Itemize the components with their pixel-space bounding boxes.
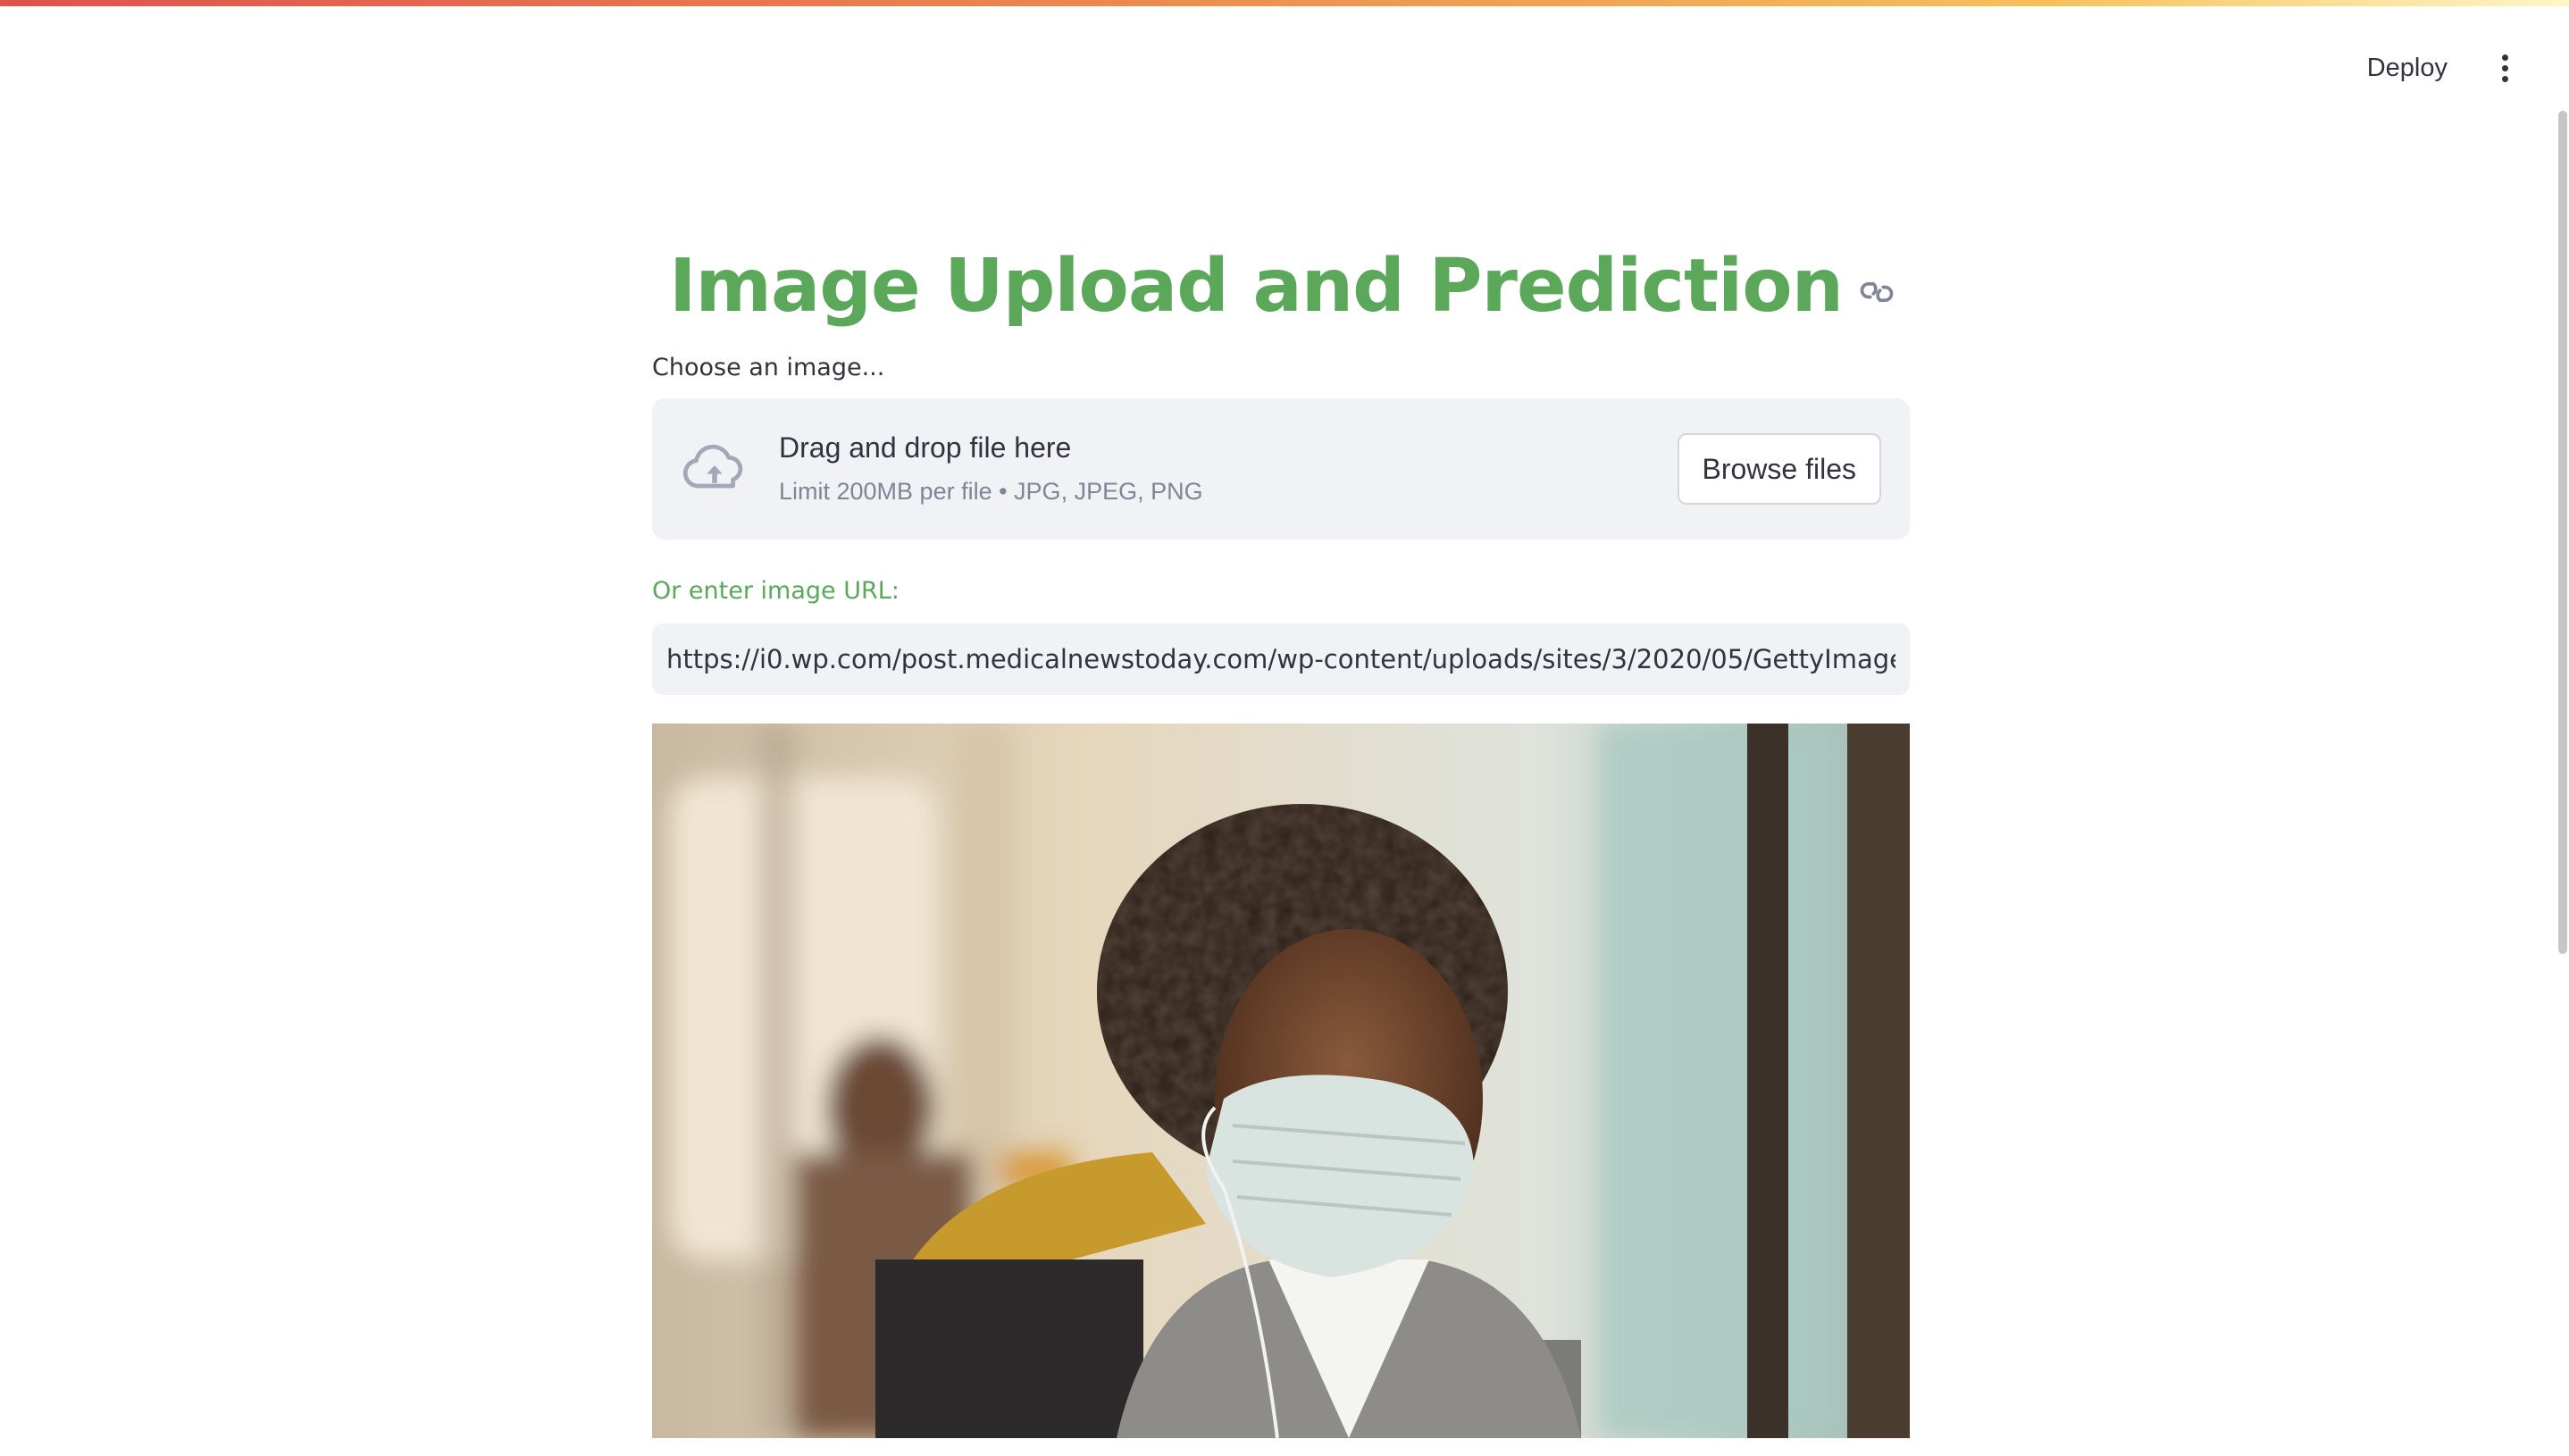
url-input-label: Or enter image URL: <box>652 577 900 605</box>
browse-files-button[interactable]: Browse files <box>1677 433 1881 505</box>
kebab-menu-icon[interactable] <box>2487 43 2523 93</box>
uploader-label: Choose an image... <box>652 354 885 381</box>
preview-photo <box>652 724 1910 1438</box>
header-decoration-bar <box>0 0 2569 6</box>
file-limit-text: Limit 200MB per file • JPG, JPEG, PNG <box>779 478 1203 505</box>
link-icon[interactable] <box>1857 272 1896 312</box>
image-url-input[interactable] <box>652 623 1910 695</box>
scrollbar-thumb[interactable] <box>2558 111 2567 954</box>
title-row: Image Upload and Prediction <box>656 232 1910 339</box>
top-toolbar: Deploy <box>2355 43 2523 93</box>
file-dropzone[interactable]: Drag and drop file here Limit 200MB per … <box>652 398 1910 540</box>
main-content: Image Upload and Prediction Choose an im… <box>652 232 1910 1438</box>
deploy-button[interactable]: Deploy <box>2355 48 2460 88</box>
page-title: Image Upload and Prediction <box>669 243 1844 329</box>
uploaded-image-preview <box>652 724 1910 1438</box>
cloud-upload-icon <box>682 444 743 489</box>
dropzone-text: Drag and drop file here Limit 200MB per … <box>779 428 1678 510</box>
drag-drop-instructions: Drag and drop file here <box>779 431 1072 464</box>
